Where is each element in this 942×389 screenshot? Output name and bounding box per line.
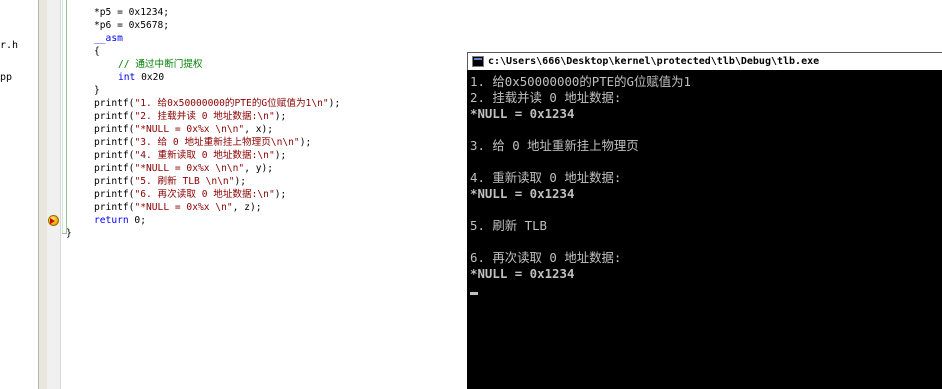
console-cursor	[470, 292, 478, 295]
code-text: printf(	[94, 202, 135, 213]
file-tree-item[interactable]: pp	[0, 72, 12, 83]
console-line: *NULL = 0x1234	[470, 186, 575, 201]
code-text: );	[328, 98, 341, 109]
code-line[interactable]: }	[66, 227, 72, 240]
console-line: 2. 挂载并读 0 地址数据:	[470, 90, 622, 105]
console-window[interactable]: c:\Users\666\Desktop\kernel\protected\tl…	[467, 52, 942, 389]
code-text: );	[274, 111, 287, 122]
code-text: {	[94, 46, 100, 57]
console-line: 6. 再次读取 0 地址数据:	[470, 250, 622, 265]
code-text: 0;	[128, 215, 146, 226]
code-line[interactable]: printf("3. 给 0 地址重新挂上物理页\n\n");	[94, 136, 311, 149]
console-line: 5. 刷新 TLB	[470, 218, 547, 233]
code-text: printf(	[94, 98, 135, 109]
code-line[interactable]: printf("1. 给0x50000000的PTE的G位赋值为1\n");	[94, 97, 340, 110]
code-text: , z);	[232, 202, 262, 213]
console-app-icon	[472, 56, 484, 67]
console-line: *NULL = 0x1234	[470, 266, 575, 281]
code-line[interactable]: __asm	[94, 32, 123, 45]
code-text: }	[94, 85, 100, 96]
console-title: c:\Users\666\Desktop\kernel\protected\tl…	[488, 56, 820, 67]
console-line: 4. 重新读取 0 地址数据:	[470, 170, 622, 185]
code-keyword: int	[118, 72, 136, 83]
outline-indicator	[62, 0, 63, 233]
code-string: "6. 再次读取 0 地址数据:\n"	[134, 189, 275, 200]
code-line[interactable]: printf("2. 挂载并读 0 地址数据:\n");	[94, 110, 286, 123]
code-line[interactable]: int 0x20	[118, 71, 164, 84]
code-line[interactable]: printf("*NULL = 0x%x \n\n", x);	[94, 123, 273, 136]
code-text: *p6 = 0x5678;	[94, 20, 170, 31]
code-text: , y);	[244, 163, 274, 174]
code-keyword: return	[94, 215, 129, 226]
editor-gutter[interactable]	[47, 0, 61, 389]
code-line[interactable]: printf("*NULL = 0x%x \n\n", y);	[94, 162, 273, 175]
code-text: );	[274, 150, 287, 161]
code-text: printf(	[94, 124, 135, 135]
file-tree-pane: r.h pp	[0, 0, 38, 389]
code-text: );	[299, 137, 312, 148]
console-line: 1. 给0x50000000的PTE的G位赋值为1	[470, 74, 692, 89]
code-text: *p5 = 0x1234;	[94, 7, 170, 18]
code-string: "*NULL = 0x%x \n\n"	[134, 124, 245, 135]
code-line[interactable]: printf("*NULL = 0x%x \n", z);	[94, 201, 262, 214]
code-line[interactable]: *p6 = 0x5678;	[94, 19, 169, 32]
code-line[interactable]: printf("6. 再次读取 0 地址数据:\n");	[94, 188, 286, 201]
code-text: , x);	[244, 124, 274, 135]
console-line: *NULL = 0x1234	[470, 106, 575, 121]
code-string: "5. 刷新 TLB \n\n"	[134, 176, 235, 187]
code-text: printf(	[94, 176, 135, 187]
code-text: printf(	[94, 150, 135, 161]
code-line[interactable]: }	[94, 84, 100, 97]
code-text: }	[66, 228, 72, 239]
code-string: "1. 给0x50000000的PTE的G位赋值为1\n"	[134, 98, 329, 109]
current-line-arrow-icon	[50, 218, 55, 224]
code-text: );	[274, 189, 287, 200]
outline-fold-line	[66, 0, 67, 233]
code-comment: // 通过中断门提权	[118, 59, 203, 70]
code-line[interactable]: *p5 = 0x1234;	[94, 6, 169, 19]
code-line[interactable]: return 0;	[94, 214, 146, 227]
file-tree-item[interactable]: r.h	[0, 40, 18, 51]
console-titlebar[interactable]: c:\Users\666\Desktop\kernel\protected\tl…	[467, 52, 942, 70]
code-line[interactable]: printf("5. 刷新 TLB \n\n");	[94, 175, 246, 188]
code-text: );	[234, 176, 247, 187]
code-line[interactable]: {	[94, 45, 100, 58]
code-string: "*NULL = 0x%x \n"	[134, 202, 233, 213]
console-line: 3. 给 0 地址重新挂上物理页	[470, 138, 639, 153]
code-string: "*NULL = 0x%x \n\n"	[134, 163, 245, 174]
code-string: "2. 挂载并读 0 地址数据:\n"	[134, 111, 275, 122]
code-line[interactable]: printf("4. 重新读取 0 地址数据:\n");	[94, 149, 286, 162]
code-text: printf(	[94, 189, 135, 200]
code-line[interactable]: // 通过中断门提权	[118, 58, 202, 71]
code-string: "3. 给 0 地址重新挂上物理页\n\n"	[134, 137, 300, 148]
code-text: printf(	[94, 111, 135, 122]
code-text: printf(	[94, 137, 135, 148]
code-string: "4. 重新读取 0 地址数据:\n"	[134, 150, 275, 161]
code-text: 0x20	[135, 72, 165, 83]
code-keyword: __asm	[94, 33, 123, 44]
code-text: printf(	[94, 163, 135, 174]
